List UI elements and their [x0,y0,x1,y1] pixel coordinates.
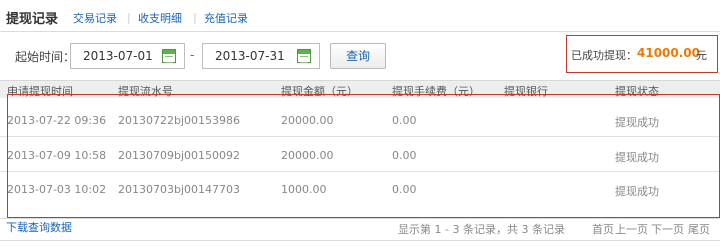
end-date-input[interactable]: 2013-07-31 [202,43,320,69]
query-button[interactable]: 查询 [330,43,386,69]
start-time-label: 起始时间： [15,50,76,64]
tab-divider [0,31,720,32]
calendar-icon[interactable] [162,49,176,63]
start-date-value: 2013-07-01 [83,49,153,63]
tab-withdrawal-records[interactable]: 提现记录 [6,8,58,27]
start-date-input[interactable]: 2013-07-01 [70,43,185,69]
download-data-link[interactable]: 下载查询数据 [6,219,72,235]
success-withdrawal-amount: 41000.00 [637,46,701,60]
currency-unit: 元 [696,49,707,62]
next-page-link[interactable]: 下一页 [651,221,684,237]
bottom-divider [0,240,720,241]
calendar-icon[interactable] [297,49,311,63]
tab-separator: | [127,11,131,24]
tab-separator: | [193,11,197,24]
records-highlight-box [7,94,720,218]
success-withdrawal-summary: 已成功提现： 41000.00 元 [566,35,718,73]
last-page-link[interactable]: 尾页 [688,221,710,237]
tab-income-expense-details[interactable]: 收支明细 [138,10,182,26]
footer-divider [0,218,720,219]
pagination-summary: 显示第 1 - 3 条记录，共 3 条记录 [398,223,565,236]
prev-page-link[interactable]: 上一页 [615,221,648,237]
end-date-value: 2013-07-31 [215,49,285,63]
tab-recharge-records[interactable]: 充值记录 [204,10,248,26]
date-range-separator: - [190,48,195,62]
success-withdrawal-label: 已成功提现： [571,49,637,62]
first-page-link[interactable]: 首页 [592,221,614,237]
tab-transaction-records[interactable]: 交易记录 [73,10,117,26]
